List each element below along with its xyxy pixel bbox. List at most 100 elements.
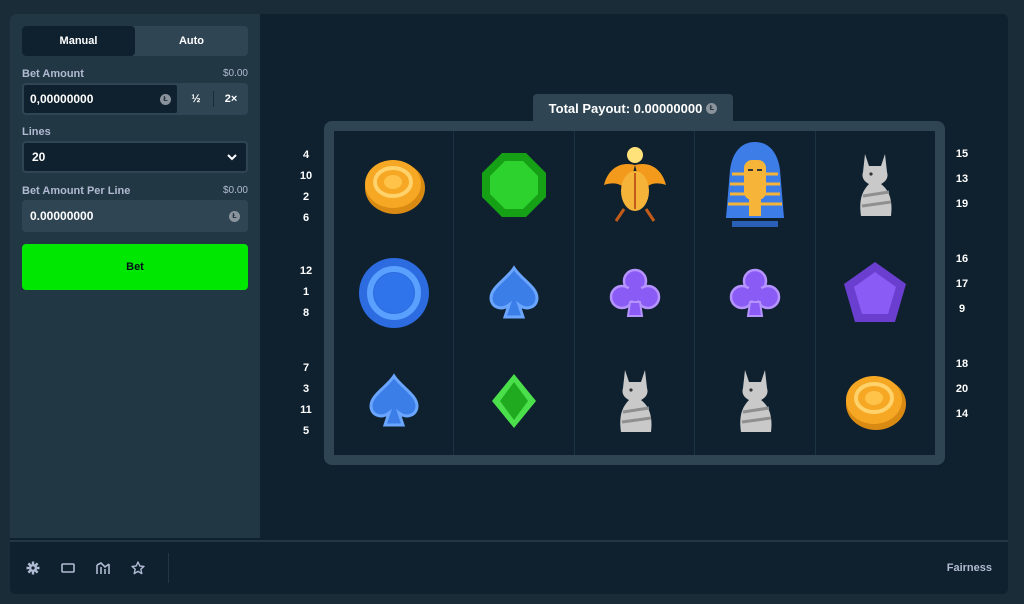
blue-spade-icon: [369, 373, 419, 427]
payline-number: 18: [955, 358, 969, 370]
per-line-input: 0.00000000 Ł: [22, 200, 248, 232]
blue-ring-icon: [358, 258, 429, 328]
footer-divider: [168, 553, 169, 583]
paylines-left-1: 4 10 2 6: [294, 145, 318, 229]
payline-number: 7: [302, 362, 310, 374]
payline-number: 4: [302, 149, 310, 161]
total-payout: Total Payout: 0.00000000 Ł: [533, 94, 733, 122]
reel-2: [453, 131, 573, 455]
paylines-right-2: 16 17 9: [950, 247, 974, 322]
stats-icon[interactable]: [96, 561, 110, 575]
game-frame: Manual Auto Bet Amount $0.00 0,00000000 …: [10, 14, 1008, 594]
gold-coin-symbol: [334, 131, 453, 239]
scarab-icon: [603, 147, 666, 222]
per-line-value: 0.00000000: [30, 209, 94, 223]
cat-statue-symbol: [695, 347, 814, 455]
purple-club-symbol: [575, 239, 694, 347]
paylines-left-2: 12 1 8: [294, 261, 318, 324]
blue-spade-symbol: [454, 239, 573, 347]
gold-coin-icon: [364, 160, 425, 214]
mode-tabs: Manual Auto: [22, 26, 248, 56]
slot-machine: [324, 121, 945, 465]
payline-number: 1: [302, 286, 310, 298]
blue-spade-icon: [489, 265, 539, 319]
lines-field: 20: [22, 141, 248, 173]
gold-coin-symbol: [816, 347, 935, 455]
paylines-left-3: 7 3 11 5: [294, 358, 318, 442]
green-diamond-icon: [492, 374, 537, 428]
payline-number: 8: [302, 307, 310, 319]
green-gem-symbol: [454, 131, 573, 239]
tab-auto[interactable]: Auto: [135, 26, 248, 56]
lines-label: Lines: [22, 126, 51, 138]
paylines-right-1: 15 13 19: [950, 142, 974, 217]
favourite-icon[interactable]: [131, 561, 145, 575]
per-line-usd: $0.00: [222, 185, 248, 196]
paylines-right-3: 18 20 14: [950, 352, 974, 427]
lines-label-row: Lines: [22, 126, 248, 138]
purple-pentagon-icon: [844, 262, 907, 322]
footer-bar: Fairness: [10, 540, 1008, 594]
payline-number: 15: [955, 148, 969, 160]
half-bet-button[interactable]: ½: [179, 83, 213, 115]
double-bet-button[interactable]: 2×: [214, 83, 248, 115]
lines-select[interactable]: 20: [22, 141, 248, 173]
green-gem-icon: [482, 153, 547, 217]
payline-number: 20: [955, 383, 969, 395]
bet-amount-value: 0,00000000: [30, 92, 94, 106]
reel-4: [694, 131, 814, 455]
theatre-mode-icon[interactable]: [61, 561, 75, 575]
litecoin-icon: Ł: [229, 210, 240, 222]
purple-club-icon: [609, 268, 660, 317]
purple-club-icon: [729, 268, 781, 317]
bet-amount-usd: $0.00: [222, 68, 248, 79]
payline-number: 9: [958, 303, 966, 315]
chevron-down-icon: [227, 154, 237, 161]
per-line-label-row: Bet Amount Per Line $0.00: [22, 185, 248, 197]
cat-statue-symbol: [816, 131, 935, 239]
gear-icon[interactable]: [26, 561, 40, 575]
blue-spade-symbol: [334, 347, 453, 455]
cat-statue-symbol: [575, 347, 694, 455]
tab-manual[interactable]: Manual: [22, 26, 135, 56]
per-line-field: 0.00000000 Ł: [22, 200, 248, 232]
scarab-symbol: [575, 131, 694, 239]
blue-ring-symbol: [334, 239, 453, 347]
payline-number: 14: [955, 408, 969, 420]
payline-number: 5: [302, 425, 310, 437]
reel-3: [573, 131, 694, 455]
payline-number: 10: [299, 170, 313, 182]
bet-amount-field: 0,00000000 Ł ½ 2×: [22, 83, 248, 115]
cat-statue-icon: [740, 370, 772, 432]
bet-amount-label-row: Bet Amount $0.00: [22, 68, 248, 80]
fairness-link[interactable]: Fairness: [947, 562, 992, 574]
pharaoh-symbol: [695, 131, 814, 239]
payline-number: 3: [302, 383, 310, 395]
payline-number: 19: [955, 198, 969, 210]
reel-5: [814, 131, 935, 455]
payline-number: 16: [955, 253, 969, 265]
litecoin-icon: Ł: [160, 93, 171, 105]
reels: [334, 131, 935, 455]
bet-button[interactable]: Bet: [22, 244, 248, 290]
purple-pentagon-symbol: [816, 239, 935, 347]
payline-number: 12: [299, 265, 313, 277]
slot-game-area: Total Payout: 0.00000000 Ł 4 10 2 6 12 1…: [260, 14, 1008, 538]
payline-number: 13: [955, 173, 969, 185]
lines-value: 20: [32, 150, 46, 164]
payline-number: 17: [955, 278, 969, 290]
litecoin-icon: Ł: [706, 102, 718, 114]
payline-number: 2: [302, 191, 310, 203]
bet-amount-label: Bet Amount: [22, 68, 84, 80]
payline-number: 11: [300, 404, 312, 416]
per-line-label: Bet Amount Per Line: [22, 185, 131, 197]
gold-coin-icon: [846, 376, 907, 430]
green-diamond-symbol: [454, 347, 573, 455]
payline-number: 6: [302, 212, 310, 224]
cat-statue-icon: [619, 370, 652, 432]
pharaoh-icon: [725, 142, 784, 227]
purple-club-symbol: [695, 239, 814, 347]
cat-statue-icon: [860, 154, 892, 216]
bet-amount-input[interactable]: 0,00000000 Ł: [22, 83, 179, 115]
bet-sidebar: Manual Auto Bet Amount $0.00 0,00000000 …: [10, 14, 260, 538]
